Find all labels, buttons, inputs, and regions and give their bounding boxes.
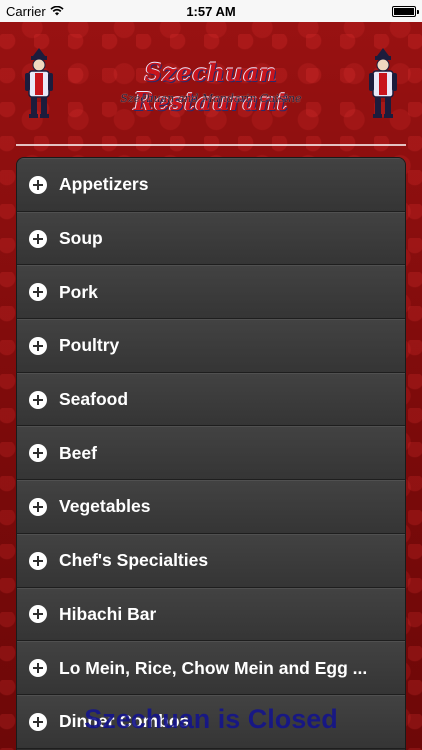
menu-item-seafood[interactable]: Seafood — [17, 372, 405, 427]
menu-item-soup[interactable]: Soup — [17, 211, 405, 266]
menu-item-label: Appetizers — [59, 174, 149, 195]
restaurant-subtitle: Szechuan and Mandarin Cuisine — [120, 92, 302, 105]
wifi-icon — [50, 6, 64, 16]
menu-item-pork[interactable]: Pork — [17, 265, 405, 320]
battery-icon — [392, 5, 419, 17]
expand-plus-icon — [29, 659, 47, 678]
header-divider — [16, 144, 406, 146]
expand-plus-icon — [29, 336, 47, 355]
carrier-label: Carrier — [6, 3, 46, 19]
menu-item-label: Beef — [59, 442, 97, 463]
menu-category-list: Appetizers Soup Pork Poultry Seafood Bee… — [16, 157, 406, 750]
expand-plus-icon — [29, 497, 47, 516]
expand-plus-icon — [29, 175, 47, 194]
expand-plus-icon — [29, 229, 47, 248]
status-bar: Carrier 1:57 AM — [0, 0, 422, 22]
guard-figure-icon — [25, 48, 53, 118]
restaurant-title: Szechuan Restaurant — [133, 58, 289, 116]
menu-item-label: Soup — [59, 228, 103, 249]
guard-figure-icon — [369, 48, 397, 118]
expand-plus-icon — [29, 390, 47, 409]
menu-item-label: Chef's Specialties — [59, 550, 209, 571]
menu-item-label: Hibachi Bar — [59, 603, 157, 624]
expand-plus-icon — [29, 444, 47, 463]
menu-item-label: Pork — [59, 281, 98, 302]
menu-item-label: Vegetables — [59, 496, 151, 517]
expand-plus-icon — [29, 551, 47, 570]
menu-item-beef[interactable]: Beef — [17, 426, 405, 481]
menu-item-hibachi-bar[interactable]: Hibachi Bar — [17, 587, 405, 642]
menu-item-label: Lo Mein, Rice, Chow Mein and Egg ... — [59, 657, 368, 678]
expand-plus-icon — [29, 605, 47, 624]
menu-item-label: Poultry — [59, 335, 120, 356]
status-time: 1:57 AM — [186, 3, 236, 19]
menu-item-chefs-specialties[interactable]: Chef's Specialties — [17, 533, 405, 588]
menu-item-vegetables[interactable]: Vegetables — [17, 480, 405, 534]
menu-item-poultry[interactable]: Poultry — [17, 319, 405, 373]
menu-item-lo-mein[interactable]: Lo Mein, Rice, Chow Mein and Egg ... — [17, 641, 405, 695]
closed-notice: Szechuan is Closed — [84, 704, 338, 734]
expand-plus-icon — [29, 283, 47, 302]
menu-item-appetizers[interactable]: Appetizers — [17, 158, 405, 212]
restaurant-header: Szechuan Restaurant Szechuan and Mandari… — [0, 22, 422, 144]
menu-item-label: Seafood — [59, 389, 129, 410]
